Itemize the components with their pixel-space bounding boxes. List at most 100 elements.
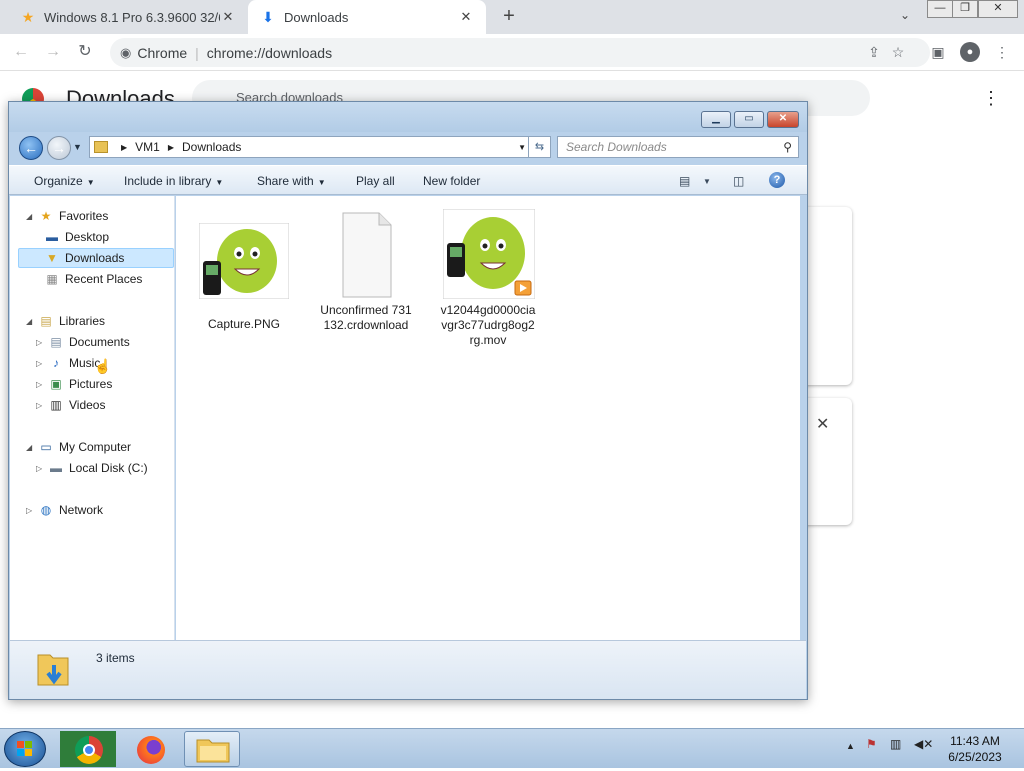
music-icon: ♪ xyxy=(53,356,59,370)
show-hidden-icons-button[interactable]: ▲ xyxy=(846,741,855,751)
forward-button[interactable]: → xyxy=(47,136,71,160)
organize-button[interactable]: Organize ▼ xyxy=(34,174,95,188)
profile-avatar[interactable]: ● xyxy=(960,42,980,62)
nav-my-computer[interactable]: ◢ ▭ My Computer xyxy=(26,437,131,457)
chrome-taskbar-button[interactable] xyxy=(60,731,116,767)
nav-documents[interactable]: ▷ ▤ Documents xyxy=(36,332,130,352)
navigation-pane: ◢ ★ Favorites ▬ Desktop ▼ Downloads ▦ Re… xyxy=(10,196,175,640)
recent-pages-icon[interactable]: ▼ xyxy=(73,142,82,152)
close-icon[interactable]: ✕ xyxy=(220,9,236,25)
breadcrumb-vm1[interactable]: VM1 xyxy=(135,140,160,154)
close-icon[interactable]: ✕ xyxy=(458,9,474,25)
breadcrumb-downloads[interactable]: Downloads xyxy=(182,140,241,154)
change-view-icon[interactable]: ▤ xyxy=(679,174,690,188)
nav-local-disk[interactable]: ▷ ▬ Local Disk (C:) xyxy=(36,458,148,478)
play-all-button[interactable]: Play all xyxy=(356,174,395,188)
file-item[interactable]: v12044gd0000ciavgr3c77udrg8og2rg.mov xyxy=(440,208,536,348)
new-folder-button[interactable]: New folder xyxy=(423,174,480,188)
menu-icon[interactable]: ⋮ xyxy=(992,42,1012,62)
explorer-taskbar-button[interactable] xyxy=(184,731,240,767)
tab-downloads[interactable]: ⬇ Downloads ✕ xyxy=(248,0,486,34)
nav-downloads[interactable]: ▼ Downloads xyxy=(18,248,174,268)
nav-label: Favorites xyxy=(59,209,109,223)
apple-phone-thumbnail-icon xyxy=(442,208,536,300)
taskbar: ▲ ⚑ ▥ ◀✕ 11:43 AM 6/25/2023 xyxy=(0,728,1024,768)
collapse-icon[interactable]: ◢ xyxy=(26,212,36,221)
side-panel-icon[interactable]: ▣ xyxy=(928,42,948,62)
restore-button[interactable]: ❐ xyxy=(952,0,978,18)
nav-label: Downloads xyxy=(65,251,125,265)
system-clock[interactable]: 11:43 AM 6/25/2023 xyxy=(940,733,1010,765)
minimize-button[interactable]: — xyxy=(927,0,953,18)
search-placeholder: Search Downloads xyxy=(566,140,667,154)
dropdown-icon[interactable]: ▼ xyxy=(518,143,526,152)
browser-toolbar: ← → ↻ ◉ Chrome | chrome://downloads ⇪ ☆ … xyxy=(0,34,1024,71)
include-in-library-label: Include in library xyxy=(124,174,212,188)
file-name: Unconfirmed 731132.crdownload xyxy=(320,303,412,332)
preview-pane-icon[interactable]: ◫ xyxy=(733,174,744,188)
refresh-icon[interactable]: ⇆ xyxy=(528,137,550,157)
star-icon: ★ xyxy=(21,8,35,25)
more-options-icon[interactable]: ⋮ xyxy=(982,88,1000,109)
network-tray-icon[interactable]: ▥ xyxy=(890,737,901,751)
explorer-window: ▁ ▭ ✕ ← → ▼ ▶ VM1 ▶ Downloads ▼ ⇆ Search… xyxy=(8,101,808,700)
back-button[interactable]: ← xyxy=(19,136,43,160)
search-icon[interactable]: ⚲ xyxy=(783,137,792,157)
volume-muted-icon[interactable]: ◀✕ xyxy=(914,737,933,751)
expand-icon[interactable]: ▷ xyxy=(36,338,46,347)
collapse-icon[interactable]: ◢ xyxy=(26,317,36,326)
browser-tab-strip: ★ Windows 8.1 Pro 6.3.9600 32/64- ✕ ⬇ Do… xyxy=(0,0,1024,34)
file-item[interactable]: Unconfirmed 731132.crdownload xyxy=(318,211,414,333)
forward-button[interactable]: → xyxy=(42,42,64,64)
nav-label: Documents xyxy=(69,335,130,349)
close-window-button[interactable]: ✕ xyxy=(978,0,1018,18)
back-button[interactable]: ← xyxy=(10,42,32,64)
file-item[interactable]: Capture.PNG xyxy=(196,222,292,332)
include-in-library-button[interactable]: Include in library ▼ xyxy=(124,174,223,188)
minimize-button[interactable]: ▁ xyxy=(701,111,731,128)
close-window-button[interactable]: ✕ xyxy=(767,111,799,128)
item-count: 3 items xyxy=(96,651,135,665)
chevron-down-icon[interactable]: ⌄ xyxy=(896,8,914,26)
windows-logo-icon xyxy=(17,741,32,756)
organize-label: Organize xyxy=(34,174,83,188)
expand-icon[interactable]: ▷ xyxy=(36,380,46,389)
expand-icon[interactable]: ▷ xyxy=(36,401,46,410)
collapse-icon[interactable]: ◢ xyxy=(26,443,36,452)
command-bar: Organize ▼ Include in library ▼ Share with… xyxy=(9,165,807,195)
start-button[interactable] xyxy=(4,731,46,767)
firefox-taskbar-button[interactable] xyxy=(122,731,178,767)
nav-label: My Computer xyxy=(59,440,132,454)
address-bar[interactable]: ◉ Chrome | chrome://downloads xyxy=(110,38,930,67)
recent-places-icon: ▦ xyxy=(46,272,58,286)
close-icon[interactable]: ✕ xyxy=(816,414,829,434)
nav-libraries[interactable]: ◢ ▤ Libraries xyxy=(26,311,105,331)
expand-icon[interactable]: ▷ xyxy=(36,359,46,368)
chevron-down-icon[interactable]: ▼ xyxy=(703,177,711,186)
expand-icon[interactable]: ▷ xyxy=(36,464,46,473)
nav-videos[interactable]: ▷ ▥ Videos xyxy=(36,395,105,415)
nav-desktop[interactable]: ▬ Desktop xyxy=(44,227,109,247)
tab-windows-81[interactable]: ★ Windows 8.1 Pro 6.3.9600 32/64- ✕ xyxy=(8,0,248,34)
share-with-button[interactable]: Share with ▼ xyxy=(257,174,326,188)
nav-favorites[interactable]: ◢ ★ Favorites xyxy=(26,206,108,226)
nav-music[interactable]: ▷ ♪ Music xyxy=(36,353,100,373)
expand-icon[interactable]: ▷ xyxy=(26,506,36,515)
reload-button[interactable]: ↻ xyxy=(74,42,96,64)
address-bar[interactable]: ▶ VM1 ▶ Downloads ▼ ⇆ xyxy=(89,136,551,158)
search-input[interactable]: Search Downloads ⚲ xyxy=(557,136,799,158)
maximize-button[interactable]: ▭ xyxy=(734,111,764,128)
file-name: Capture.PNG xyxy=(207,317,281,331)
breadcrumb-arrow-icon[interactable]: ▶ xyxy=(168,143,174,152)
nav-recent-places[interactable]: ▦ Recent Places xyxy=(44,269,142,289)
help-icon[interactable]: ? xyxy=(769,172,785,188)
nav-label: Desktop xyxy=(65,230,110,244)
nav-network[interactable]: ▷ ◍ Network xyxy=(26,500,103,520)
share-icon[interactable]: ⇪ xyxy=(864,42,884,62)
nav-pictures[interactable]: ▷ ▣ Pictures xyxy=(36,374,112,394)
breadcrumb-arrow-icon[interactable]: ▶ xyxy=(121,143,127,152)
new-tab-button[interactable]: + xyxy=(498,6,520,28)
action-center-icon[interactable]: ⚑ xyxy=(866,737,877,751)
clock-time: 11:43 AM xyxy=(950,734,1000,748)
bookmark-star-icon[interactable]: ☆ xyxy=(888,42,908,62)
